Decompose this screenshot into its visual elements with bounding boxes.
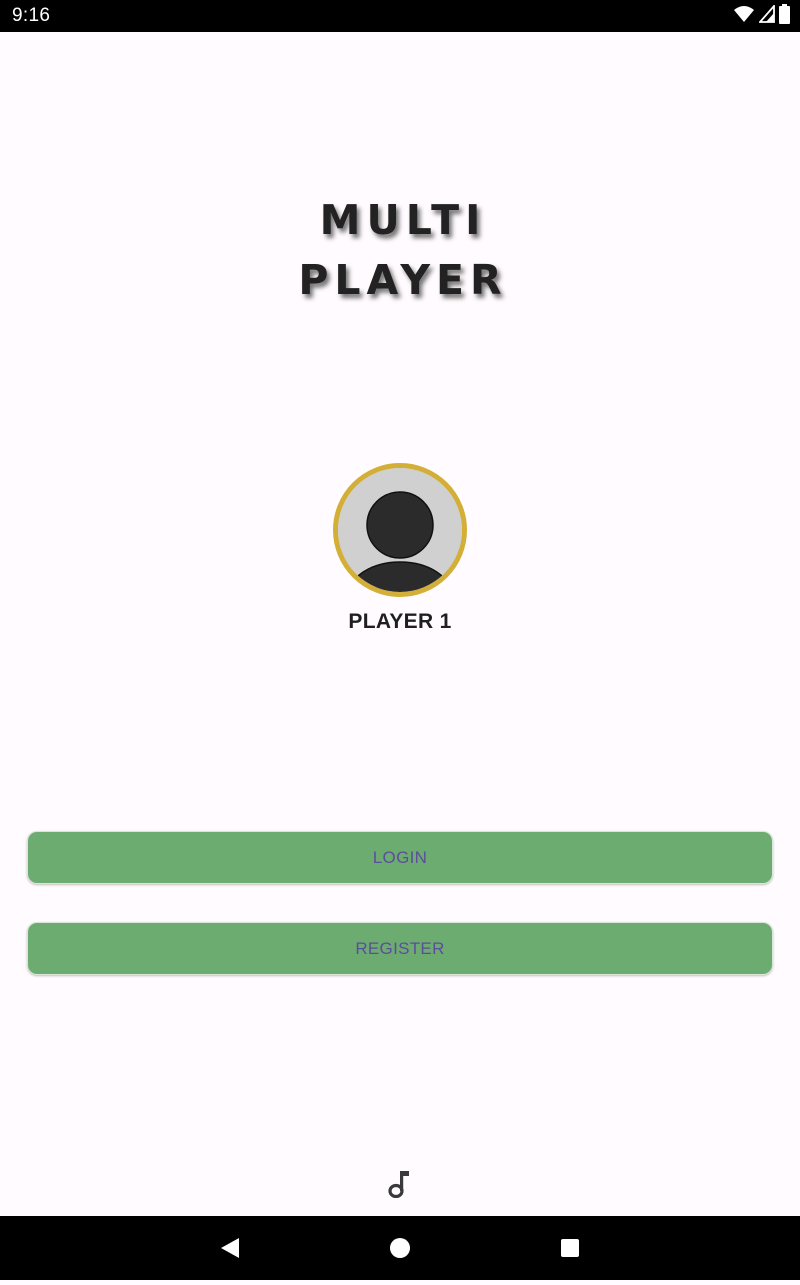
music-note-icon[interactable] <box>386 1168 414 1199</box>
recents-icon[interactable] <box>540 1216 600 1280</box>
app-title: MULTI PLAYER <box>0 190 800 310</box>
status-icons <box>733 3 790 29</box>
signal-icon <box>758 3 775 28</box>
navigation-bar <box>0 1216 800 1280</box>
battery-icon <box>779 3 790 29</box>
register-button[interactable]: REGISTER <box>27 922 773 975</box>
login-button[interactable]: LOGIN <box>27 831 773 884</box>
wifi-icon <box>733 5 755 28</box>
title-line-2: PLAYER <box>298 256 508 304</box>
person-avatar-icon <box>338 468 462 592</box>
home-icon[interactable] <box>370 1216 430 1280</box>
status-time: 9:16 <box>12 5 51 26</box>
status-bar: 9:16 <box>0 0 800 32</box>
player-avatar[interactable] <box>333 463 467 597</box>
player-name: PLAYER 1 <box>348 610 452 633</box>
title-line-1: MULTI <box>319 196 487 244</box>
back-icon[interactable] <box>200 1216 260 1280</box>
